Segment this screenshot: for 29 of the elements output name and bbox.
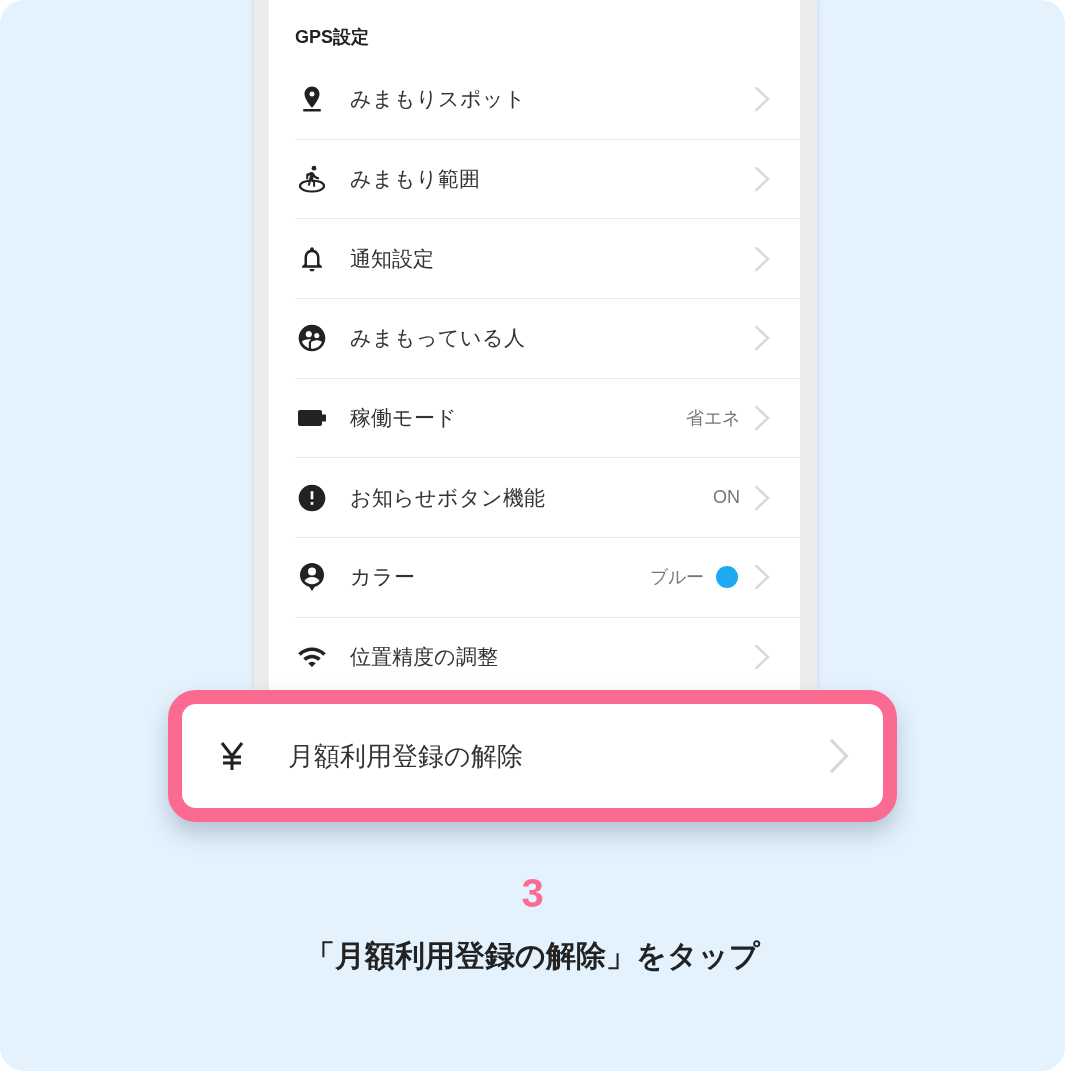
menu-item-value: 省エネ bbox=[686, 407, 740, 431]
menu-item-label[interactable]: 位置精度の調整 bbox=[350, 643, 754, 672]
menu-item-label[interactable]: カラー bbox=[350, 563, 650, 592]
yen-icon bbox=[220, 742, 244, 770]
chevron-icon bbox=[754, 166, 770, 193]
battery-icon bbox=[298, 410, 326, 427]
menu-item-label[interactable]: みまもり範囲 bbox=[350, 165, 754, 194]
section-title: GPS設定 bbox=[295, 26, 369, 49]
menu-item[interactable]: 月額利用登録の解除 bbox=[182, 704, 883, 808]
chevron-icon bbox=[754, 245, 770, 272]
menu-item-label[interactable]: みまもっている人 bbox=[350, 324, 754, 353]
menu-item-label[interactable]: 通知設定 bbox=[350, 244, 754, 273]
chevron-icon bbox=[754, 484, 770, 511]
chevron-icon bbox=[754, 644, 770, 671]
chevron-icon bbox=[829, 738, 849, 774]
menu-item-label[interactable]: みまもりスポット bbox=[350, 85, 754, 114]
chevron-icon bbox=[754, 564, 770, 591]
walking-person-icon bbox=[298, 165, 326, 194]
chevron-icon bbox=[754, 86, 770, 113]
step-caption: 「月額利用登録の解除」をタップ bbox=[305, 938, 760, 974]
menu-item-value: ON bbox=[713, 487, 740, 509]
step-number: 3 bbox=[521, 870, 544, 916]
chevron-icon bbox=[754, 325, 770, 352]
chevron-icon bbox=[754, 405, 770, 432]
menu-item-label[interactable]: お知らせボタン機能 bbox=[350, 483, 713, 512]
menu-item-value: ブルー bbox=[650, 566, 704, 590]
menu-item-label[interactable]: 稼働モード bbox=[350, 404, 686, 433]
menu-item-label: 月額利用登録の解除 bbox=[288, 739, 524, 773]
person-pin-icon bbox=[299, 563, 325, 592]
